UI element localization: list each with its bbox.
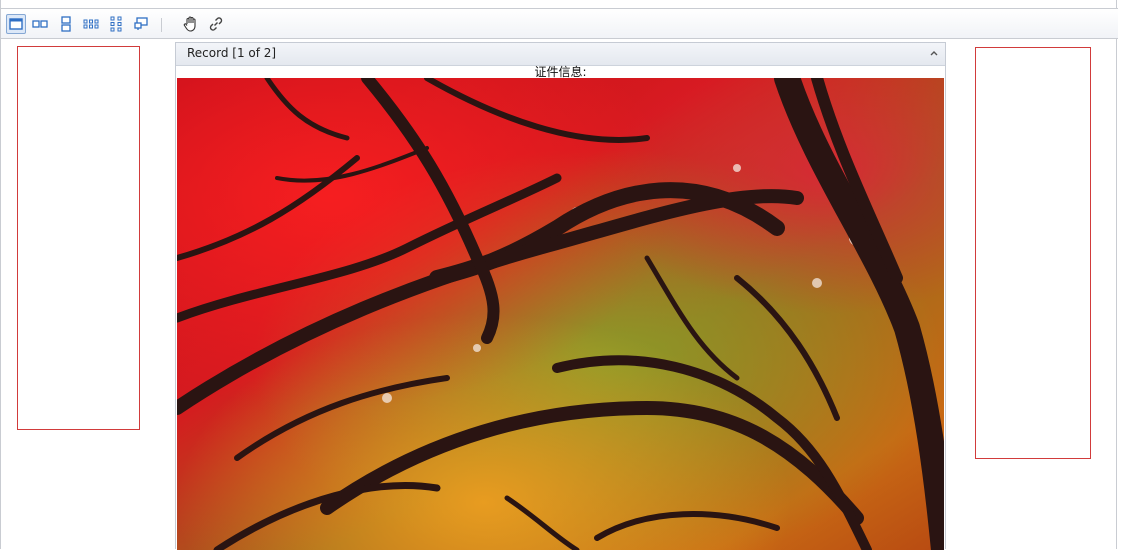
link-icon (209, 17, 223, 31)
fit-page-icon (134, 17, 148, 30)
record-title: Record [1 of 2] (187, 46, 277, 60)
record-caption: 证件信息: (534, 65, 587, 79)
tree-photo (177, 78, 944, 550)
single-page-view-button[interactable] (6, 14, 26, 34)
single-page-view-icon (9, 18, 23, 30)
right-placeholder-frame (975, 47, 1091, 459)
left-placeholder-frame (17, 46, 140, 430)
record-header[interactable]: Record [1 of 2] (176, 43, 945, 66)
hand-tool-button[interactable] (181, 14, 201, 34)
multi-page-row-icon (83, 19, 99, 29)
multi-page-grid-icon (110, 16, 122, 32)
two-page-view-icon (32, 20, 48, 28)
fit-page-button[interactable] (131, 14, 151, 34)
toolbar-separator (161, 18, 162, 32)
vertical-two-page-icon (61, 16, 71, 32)
viewer-toolbar (1, 8, 1118, 39)
report-viewer: Record [1 of 2] 证件信息: (0, 0, 1118, 550)
two-page-view-button[interactable] (30, 14, 50, 34)
chevron-up-icon[interactable] (929, 49, 939, 57)
hand-tool-icon (183, 16, 196, 32)
link-button[interactable] (206, 14, 226, 34)
record-panel: Record [1 of 2] 证件信息: (175, 42, 946, 550)
multi-page-row-button[interactable] (81, 14, 101, 34)
multi-page-grid-button[interactable] (106, 14, 126, 34)
vertical-two-page-button[interactable] (56, 14, 76, 34)
